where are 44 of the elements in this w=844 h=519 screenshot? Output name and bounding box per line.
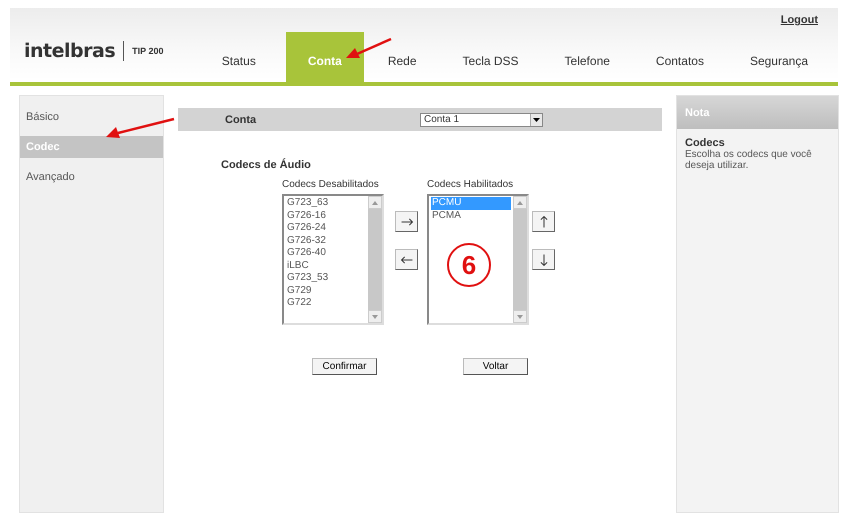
list-option[interactable]: iLBC: [286, 260, 366, 272]
section-title: Codecs de Áudio: [221, 159, 312, 171]
nav-tab[interactable]: Status: [206, 46, 272, 82]
note-text: Escolha os codecs que você deseja utilizar.: [685, 149, 813, 171]
note-title: Nota: [677, 96, 838, 129]
move-left-button[interactable]: [395, 249, 418, 270]
nav-tab[interactable]: Segurança: [734, 46, 824, 82]
scrollbar[interactable]: [368, 196, 382, 323]
list-option[interactable]: G726-32: [286, 234, 366, 247]
logo: intelbras: [24, 40, 116, 62]
list-option[interactable]: G722: [286, 297, 366, 310]
nav-tab[interactable]: Telefone: [548, 46, 626, 82]
move-up-button[interactable]: [532, 211, 555, 232]
move-right-button[interactable]: [395, 211, 418, 232]
list-option[interactable]: G723_53: [286, 272, 366, 284]
list-label: Codecs Habilitados: [427, 179, 514, 190]
model-name: TIP 200: [132, 46, 164, 56]
callout-number: 6: [447, 243, 491, 287]
list-option[interactable]: G726-16: [286, 210, 366, 222]
nav-tab[interactable]: Tecla DSS: [446, 46, 535, 82]
list-option[interactable]: PCMA: [431, 210, 511, 222]
caret-icon: [533, 118, 540, 122]
note-heading: Codecs: [685, 137, 726, 149]
nav-tab[interactable]: Rede: [372, 46, 433, 82]
scroll-up-icon: [372, 200, 378, 204]
scroll-up-icon: [517, 200, 523, 204]
logout-link[interactable]: Logout: [780, 14, 818, 26]
list-option[interactable]: G726-40: [286, 247, 366, 260]
nav-tab[interactable]: Contatos: [640, 46, 720, 82]
list-option[interactable]: G729: [286, 284, 366, 297]
action-button[interactable]: Confirmar: [312, 358, 377, 375]
list-option[interactable]: G723_63: [286, 197, 366, 210]
scroll-down-icon: [517, 314, 523, 318]
list-option[interactable]: G726-24: [286, 222, 366, 234]
codec-listbox[interactable]: G723_63 G726-16 G726-24 G726-32 G726-40 iLBC G723_53 G729 G722: [282, 194, 384, 325]
scrollbar[interactable]: [513, 196, 527, 323]
account-label: Conta: [225, 114, 258, 126]
sidebar-item[interactable]: Avançado: [20, 168, 163, 186]
scroll-down-icon: [372, 314, 378, 318]
account-select[interactable]: Conta 1: [420, 112, 543, 126]
action-button[interactable]: Voltar: [463, 358, 528, 375]
sidebar-item[interactable]: Básico: [20, 108, 163, 126]
list-label: Codecs Desabilitados: [282, 179, 380, 190]
move-down-button[interactable]: [532, 249, 555, 270]
